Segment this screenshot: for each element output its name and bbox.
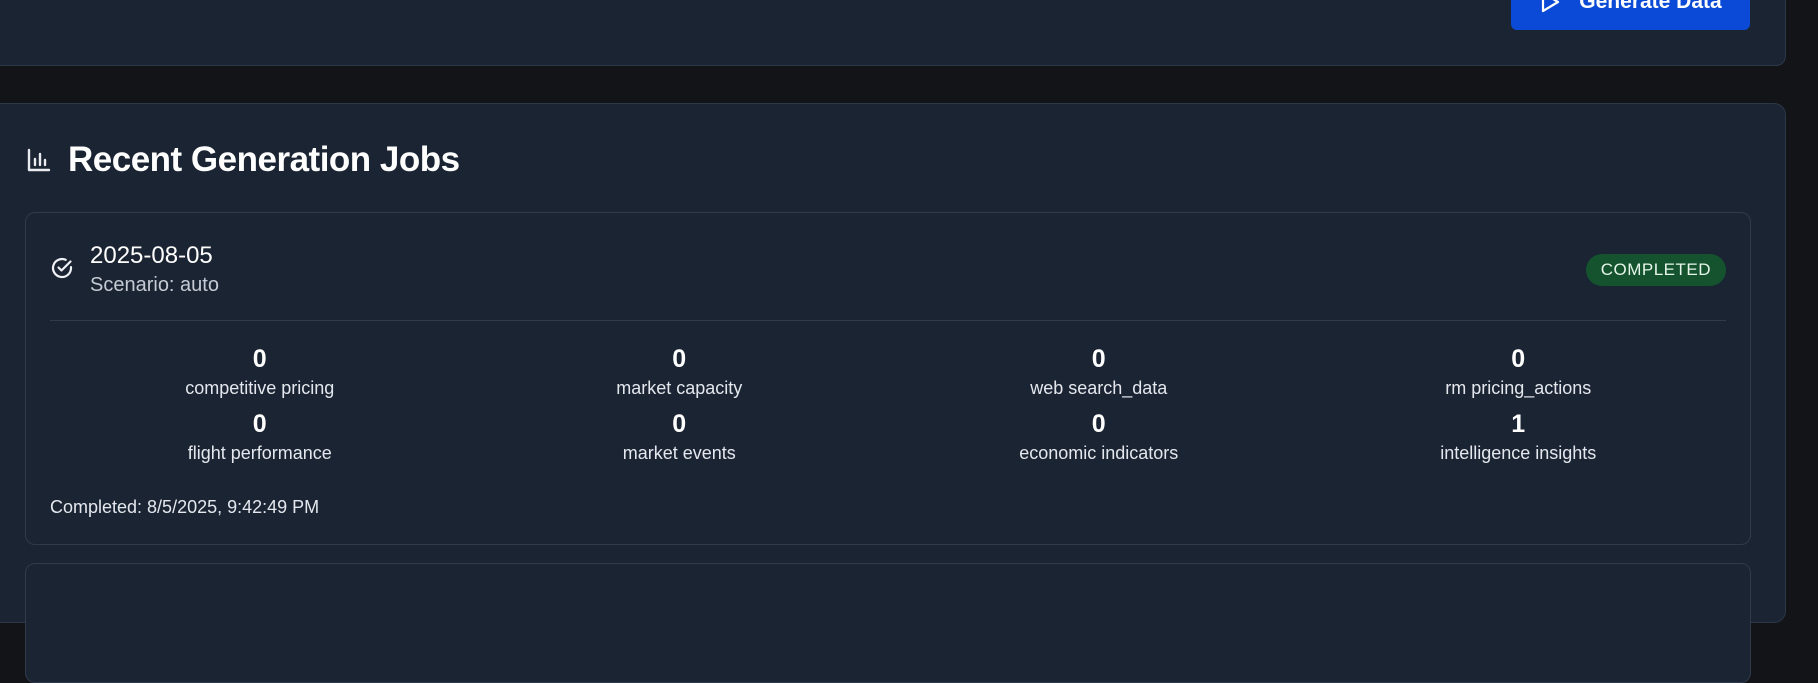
stat-intelligence-insights: 1 intelligence insights: [1309, 409, 1729, 464]
generate-data-label: Generate Data: [1579, 0, 1722, 13]
stat-label: market capacity: [616, 378, 743, 398]
stat-value: 0: [1511, 345, 1526, 373]
play-icon: [1539, 0, 1561, 14]
stat-market-events: 0 market events: [470, 409, 890, 464]
job-date: 2025-08-05: [90, 242, 213, 269]
stat-value: 0: [252, 345, 267, 373]
check-circle-icon: [50, 256, 74, 280]
stat-competitive-pricing: 0 competitive pricing: [50, 344, 470, 399]
stat-label: competitive pricing: [185, 378, 335, 398]
stat-value: 0: [1091, 345, 1106, 373]
stat-value: 1: [1511, 410, 1526, 438]
stat-value: 0: [672, 410, 687, 438]
job-scenario: Scenario: auto: [90, 274, 219, 296]
divider: [50, 320, 1726, 321]
stat-label: market events: [622, 443, 736, 463]
panel-header: Recent Generation Jobs: [26, 140, 460, 180]
stat-web-search-data: 0 web search_data: [889, 344, 1309, 399]
stat-value: 0: [672, 345, 687, 373]
stat-label: intelligence insights: [1440, 443, 1597, 463]
page-title: Recent Generation Jobs: [68, 140, 460, 179]
stat-market-capacity: 0 market capacity: [470, 344, 890, 399]
completed-timestamp: Completed: 8/5/2025, 9:42:49 PM: [50, 497, 320, 517]
stat-label: web search_data: [1030, 378, 1168, 398]
stat-economic-indicators: 0 economic indicators: [889, 409, 1309, 464]
job-header: 2025-08-05 Scenario: auto: [50, 241, 219, 297]
job-card: [25, 563, 1751, 683]
stat-label: economic indicators: [1019, 443, 1179, 463]
status-badge: COMPLETED: [1585, 254, 1726, 286]
job-card: 2025-08-05 Scenario: auto COMPLETED 0 co…: [25, 212, 1751, 545]
generate-data-button[interactable]: Generate Data: [1511, 0, 1750, 30]
job-info: 2025-08-05 Scenario: auto: [90, 241, 219, 297]
stat-value: 0: [1091, 410, 1106, 438]
recent-jobs-panel: Recent Generation Jobs 2025-08-05 Scenar…: [0, 103, 1786, 683]
bar-chart-icon: [26, 147, 52, 173]
stat-flight-performance: 0 flight performance: [50, 409, 470, 464]
stat-label: flight performance: [187, 443, 332, 463]
stat-value: 0: [252, 410, 267, 438]
stats-grid: 0 competitive pricing 0 market capacity …: [50, 344, 1728, 464]
stat-rm-pricing-actions: 0 rm pricing_actions: [1309, 344, 1729, 399]
stat-label: rm pricing_actions: [1445, 378, 1592, 398]
